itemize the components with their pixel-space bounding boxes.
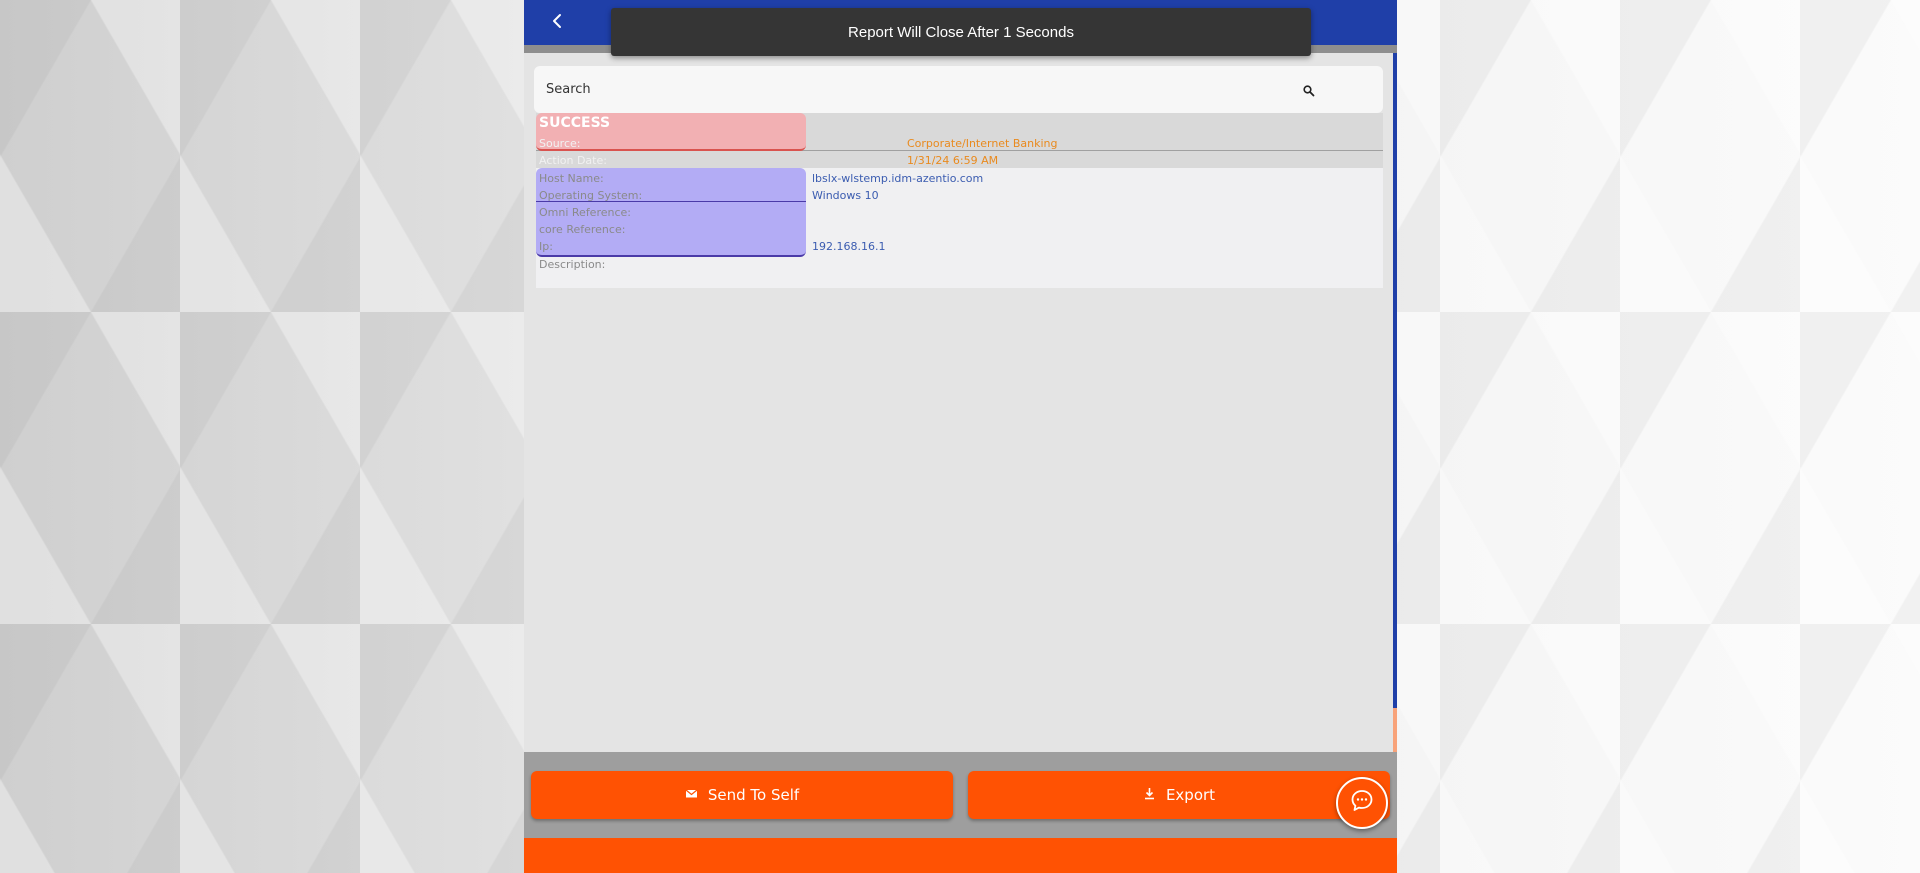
status-badge: SUCCESS bbox=[539, 115, 611, 131]
scrollbar-track[interactable] bbox=[1393, 53, 1397, 708]
send-to-self-button[interactable]: Send To Self bbox=[531, 771, 953, 819]
omni-reference-label: Omni Reference: bbox=[539, 206, 631, 219]
search-bar bbox=[534, 66, 1383, 113]
host-name-label: Host Name: bbox=[539, 172, 604, 185]
download-icon bbox=[1143, 786, 1156, 804]
export-button[interactable]: Export bbox=[968, 771, 1390, 819]
scrollbar-end bbox=[1393, 708, 1397, 752]
close-notice-toast: Report Will Close After 1 Seconds bbox=[611, 8, 1311, 56]
mail-icon bbox=[685, 786, 698, 804]
search-input[interactable] bbox=[534, 66, 1314, 113]
operating-system-value: Windows 10 bbox=[812, 189, 879, 202]
source-label: Source: bbox=[539, 137, 581, 150]
footer-bar bbox=[524, 838, 1397, 873]
action-date-value: 1/31/24 6:59 AM bbox=[907, 154, 999, 167]
description-label: Description: bbox=[539, 258, 606, 271]
host-name-value: lbslx-wlstemp.idm-azentio.com bbox=[812, 172, 984, 185]
report-screen: Report Will Close After 1 Seconds SUCCES… bbox=[524, 0, 1397, 873]
report-record[interactable]: SUCCESS Source: Corporate/Internet Banki… bbox=[536, 113, 1383, 288]
export-label: Export bbox=[1165, 786, 1216, 804]
operating-system-label: Operating System: bbox=[539, 189, 643, 202]
search-icon[interactable] bbox=[1302, 83, 1316, 97]
ip-value: 192.168.16.1 bbox=[812, 240, 886, 253]
chevron-left-icon bbox=[549, 13, 565, 33]
source-value: Corporate/Internet Banking bbox=[907, 137, 1058, 150]
chat-icon bbox=[1349, 788, 1375, 818]
send-to-self-label: Send To Self bbox=[707, 786, 800, 804]
action-date-label: Action Date: bbox=[539, 154, 607, 167]
back-button[interactable] bbox=[544, 10, 570, 36]
ip-label: Ip: bbox=[539, 240, 553, 253]
chat-button[interactable] bbox=[1336, 777, 1388, 829]
core-reference-label: core Reference: bbox=[539, 223, 626, 236]
